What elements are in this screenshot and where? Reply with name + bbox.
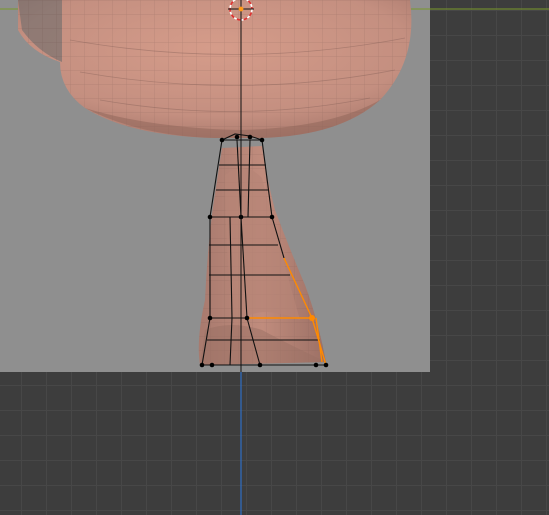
origin-point-icon (238, 6, 244, 12)
head-mesh (18, 0, 412, 138)
3d-viewport[interactable] (0, 0, 549, 515)
viewport-scene (0, 0, 549, 515)
leg-mesh (198, 146, 326, 365)
selected-vertex[interactable] (309, 315, 315, 321)
